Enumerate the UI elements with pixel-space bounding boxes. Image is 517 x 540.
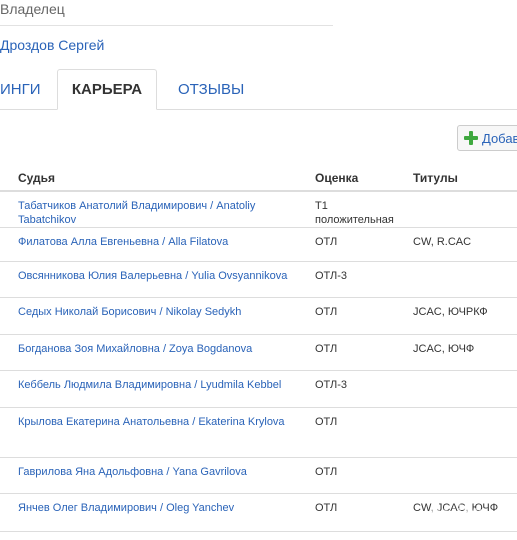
judge-link[interactable]: Кеббель Людмила Владимировна / Lyudmila …	[0, 370, 315, 408]
owner-label: Владелец	[0, 1, 65, 17]
table-row: Овсянникова Юлия Валерьевна / Yulia Ovsy…	[0, 261, 517, 298]
table-row: Седых Николай Борисович / Nikolay Sedykh…	[0, 297, 517, 335]
titles-cell: CW, R.CAC	[413, 227, 517, 262]
owner-divider	[0, 25, 333, 26]
rating-cell: ОТЛ-3	[315, 261, 413, 298]
judge-link[interactable]: Гаврилова Яна Адольфовна / Yana Gavrilov…	[0, 457, 315, 494]
column-header-titles: Титулы	[413, 166, 517, 192]
add-button-label: Добав	[482, 131, 517, 146]
table-row: Крылова Екатерина Анатольевна / Ekaterin…	[0, 407, 517, 458]
table-row: Табатчиков Анатолий Владимирович / Anato…	[0, 191, 517, 228]
rating-cell: Т1 положительная	[315, 191, 413, 228]
titles-cell	[413, 370, 517, 408]
plus-icon	[464, 131, 478, 145]
judge-link[interactable]: Крылова Екатерина Анатольевна / Ekaterin…	[0, 407, 315, 458]
tab-reviews[interactable]: ОТЗЫВЫ	[178, 70, 244, 109]
rating-cell: ОТЛ-3	[315, 370, 413, 408]
rating-cell: ОТЛ	[315, 457, 413, 494]
titles-cell	[413, 457, 517, 494]
titles-cell	[413, 407, 517, 458]
titles-cell: JCAC, ЮЧРКФ	[413, 297, 517, 335]
table-row: Кеббель Людмила Владимировна / Lyudmila …	[0, 370, 517, 408]
judge-link[interactable]: Янчев Олег Владимирович / Oleg Yanchev	[0, 493, 315, 532]
tab-career[interactable]: КАРЬЕРА	[57, 69, 157, 110]
rating-cell: ОТЛ	[315, 227, 413, 262]
table-row: Филатова Алла Евгеньевна / Alla Filatova…	[0, 227, 517, 262]
judge-link[interactable]: Овсянникова Юлия Валерьевна / Yulia Ovsy…	[0, 261, 315, 298]
avito-watermark: Avito	[428, 500, 485, 525]
judge-link[interactable]: Табатчиков Анатолий Владимирович / Anato…	[0, 191, 315, 228]
career-table: Судья Оценка Титулы Табатчиков Анатолий …	[0, 166, 517, 532]
add-button[interactable]: Добав	[457, 125, 517, 151]
column-header-rating: Оценка	[315, 166, 413, 192]
judge-link[interactable]: Седых Николай Борисович / Nikolay Sedykh	[0, 297, 315, 335]
tab-ratings[interactable]: ИНГИ	[0, 70, 41, 109]
owner-name-link[interactable]: Дроздов Сергей	[0, 36, 104, 54]
rating-cell: ОТЛ	[315, 334, 413, 371]
judge-link[interactable]: Богданова Зоя Михайловна / Zoya Bogdanov…	[0, 334, 315, 371]
table-row: Гаврилова Яна Адольфовна / Yana Gavrilov…	[0, 457, 517, 494]
table-header-row: Судья Оценка Титулы	[0, 166, 517, 192]
titles-cell: JCAC, ЮЧФ	[413, 334, 517, 371]
titles-cell	[413, 261, 517, 298]
judge-link[interactable]: Филатова Алла Евгеньевна / Alla Filatova	[0, 227, 315, 262]
rating-cell: ОТЛ	[315, 493, 413, 532]
table-row: Богданова Зоя Михайловна / Zoya Bogdanov…	[0, 334, 517, 371]
column-header-judge: Судья	[0, 166, 315, 192]
rating-cell: ОТЛ	[315, 297, 413, 335]
rating-cell: ОТЛ	[315, 407, 413, 458]
titles-cell	[413, 191, 517, 228]
